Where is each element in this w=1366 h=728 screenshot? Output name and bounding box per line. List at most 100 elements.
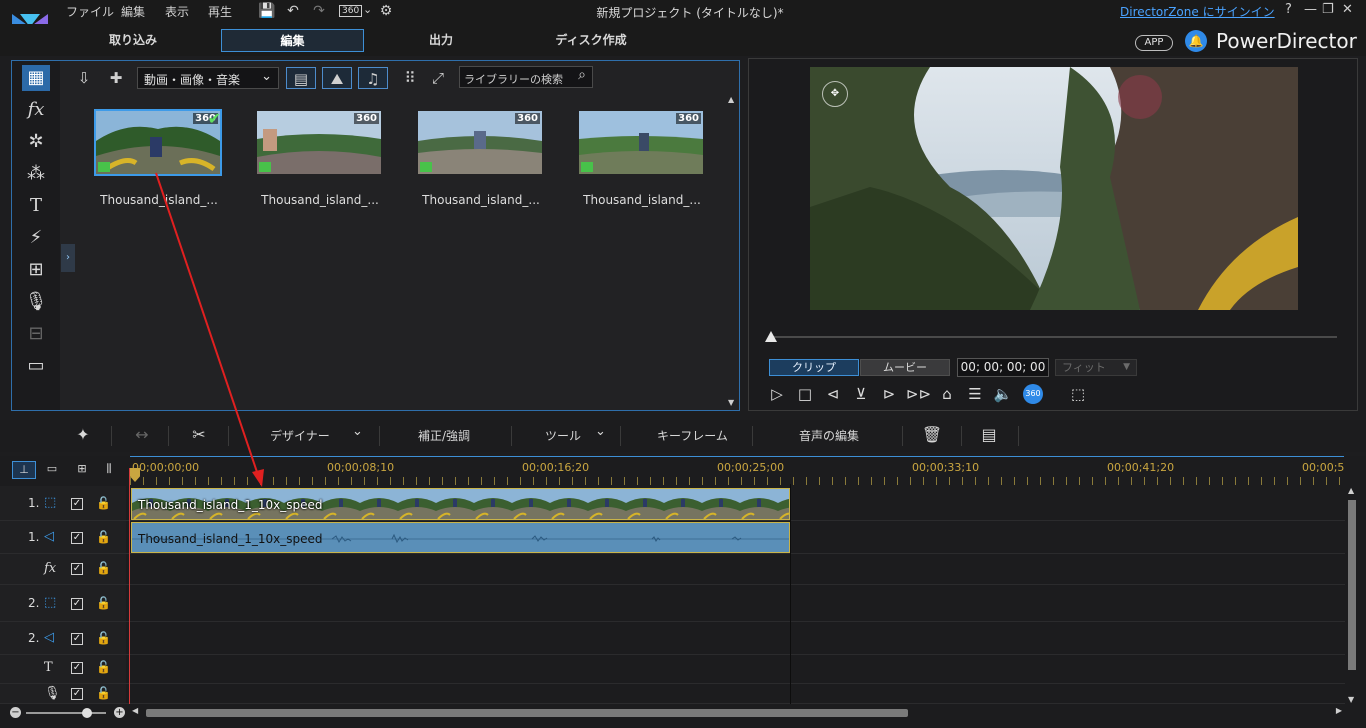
library-item[interactable]: 360 ✔ Thousand_island_... — [94, 109, 222, 231]
notification-bell-icon[interactable]: 🔔 — [1185, 30, 1207, 52]
timeline-ruler[interactable]: 00;00;00;00 00;00;08;10 00;00;16;20 00;0… — [130, 456, 1344, 485]
chevron-down-icon[interactable]: ⌄ — [595, 424, 606, 439]
lock-icon[interactable]: 🔓 — [96, 596, 111, 610]
library-item[interactable]: 360 Thousand_island_... — [579, 111, 705, 231]
scrollbar-thumb[interactable] — [1348, 500, 1356, 670]
track-enable-checkbox[interactable]: ✓ — [71, 532, 83, 544]
clip-mode-toggle[interactable]: クリップ — [769, 359, 859, 376]
video-filter-icon[interactable]: ▤ — [286, 67, 316, 89]
redo-icon[interactable]: ↷ — [310, 2, 328, 20]
timeline-horizontal-scrollbar[interactable]: ◀ ▶ — [130, 706, 1344, 720]
track-enable-checkbox[interactable]: ✓ — [71, 662, 83, 674]
plugin-icon[interactable]: ✚ — [104, 67, 128, 89]
timecode-display[interactable]: 00; 00; 00; 00 — [957, 358, 1049, 377]
track-enable-checkbox[interactable]: ✓ — [71, 563, 83, 575]
gear-icon[interactable]: ⚙ — [377, 2, 395, 20]
tools-button[interactable]: ツール — [545, 427, 581, 444]
audio-clip[interactable]: Thousand_island_1_10x_speed — [131, 522, 790, 553]
menu-edit[interactable]: 編集 — [121, 3, 145, 20]
subtitles-icon[interactable]: ☰ — [964, 384, 986, 404]
scroll-right-icon[interactable]: ▶ — [1336, 706, 1342, 715]
lock-icon[interactable]: 🔓 — [96, 660, 111, 674]
tab-produce[interactable]: 出力 — [378, 29, 504, 52]
import-media-icon[interactable]: ⇩ — [72, 67, 96, 89]
media-room-icon[interactable]: ▦ — [22, 65, 50, 91]
markers-icon[interactable]: ⫼ — [97, 461, 121, 479]
zoom-out-icon[interactable]: − — [10, 707, 21, 718]
resize-icon[interactable]: ⤢ — [426, 67, 450, 89]
zoom-slider[interactable] — [26, 712, 106, 714]
scroll-left-icon[interactable]: ◀ — [132, 706, 138, 715]
scroll-down-icon[interactable]: ▼ — [1348, 695, 1354, 704]
pip-icon[interactable]: ⁂ — [22, 161, 50, 187]
scroll-down-icon[interactable]: ▼ — [728, 398, 734, 407]
directorzone-signin-link[interactable]: DirectorZone にサインイン — [1120, 3, 1275, 20]
media-filter-select[interactable]: 動画・画像・音楽 ⌄ — [137, 67, 279, 89]
app-badge[interactable]: APP — [1135, 35, 1173, 51]
360-navigation-icon[interactable]: ✥ — [822, 81, 848, 107]
trash-icon[interactable]: 🗑 — [921, 425, 943, 444]
particle-icon[interactable]: ✲ — [22, 129, 50, 155]
keyframe-button[interactable]: キーフレーム — [657, 427, 728, 444]
close-icon[interactable]: ✕ — [1342, 2, 1353, 17]
video-clip[interactable]: Thousand_island_1_10x_speed — [131, 488, 790, 520]
scroll-up-icon[interactable]: ▲ — [1348, 486, 1354, 495]
designer-button[interactable]: デザイナー — [270, 427, 330, 444]
menu-view[interactable]: 表示 — [165, 3, 189, 20]
tab-create-disc[interactable]: ディスク作成 — [528, 29, 654, 52]
zoom-fit-select[interactable]: フィット ▼ — [1055, 359, 1137, 376]
timeline-vertical-scrollbar[interactable]: ▲ ▼ — [1346, 486, 1358, 704]
scrollbar-thumb[interactable] — [146, 709, 908, 717]
menu-play[interactable]: 再生 — [208, 3, 232, 20]
storyboard-mode-icon[interactable]: ▭ — [40, 461, 64, 479]
tab-capture[interactable]: 取り込み — [70, 29, 196, 52]
music-filter-icon[interactable]: ♫ — [358, 67, 388, 89]
track-enable-checkbox[interactable]: ✓ — [71, 598, 83, 610]
split-scissors-icon[interactable]: ✂ — [188, 425, 210, 444]
fix-enhance-button[interactable]: 補正/強調 — [418, 427, 470, 444]
microphone-icon[interactable]: 🎙 — [22, 289, 50, 315]
lock-icon[interactable]: 🔓 — [96, 631, 111, 645]
image-filter-icon[interactable]: ⛰ — [322, 67, 352, 89]
library-search-input[interactable]: ライブラリーの検索 ⌕ — [459, 66, 593, 88]
chevron-down-icon[interactable]: ⌄ — [352, 424, 363, 439]
trim-icon[interactable]: ↔ — [131, 425, 153, 444]
timeline-playhead[interactable] — [129, 468, 130, 704]
preview-video[interactable]: ✥ — [810, 67, 1298, 310]
library-item[interactable]: 360 Thousand_island_... — [418, 111, 544, 231]
magic-tools-icon[interactable]: ✦ — [72, 425, 94, 444]
scroll-up-icon[interactable]: ▲ — [728, 95, 734, 104]
library-item[interactable]: 360 Thousand_island_... — [257, 111, 383, 231]
fast-forward-icon[interactable]: ⊳⊳ — [906, 384, 931, 404]
library-scrollbar[interactable]: ▲ ▼ — [726, 95, 738, 409]
track-enable-checkbox[interactable]: ✓ — [71, 498, 83, 510]
track-enable-checkbox[interactable]: ✓ — [71, 633, 83, 645]
360-view-icon[interactable]: 360 — [1023, 384, 1043, 404]
expand-panel-button[interactable]: › — [61, 244, 75, 272]
movie-mode-toggle[interactable]: ムービー — [860, 359, 950, 376]
track-manager-icon[interactable]: ⊞ — [70, 461, 94, 479]
volume-icon[interactable]: 🔈 — [992, 384, 1014, 404]
audio-edit-button[interactable]: 音声の編集 — [799, 427, 859, 444]
stop-icon[interactable]: □ — [794, 384, 816, 404]
tab-edit[interactable]: 編集 — [221, 29, 364, 52]
restore-icon[interactable]: ❐ — [1322, 2, 1334, 17]
track-enable-checkbox[interactable]: ✓ — [71, 688, 83, 700]
search-icon[interactable]: ⌕ — [578, 67, 586, 83]
preview-seekbar[interactable] — [769, 336, 1337, 338]
transition-icon[interactable]: ⚡ — [22, 225, 50, 251]
view-360-button[interactable]: 360 — [339, 5, 363, 17]
menu-file[interactable]: ファイル — [66, 3, 114, 20]
clip-list-icon[interactable]: ▤ — [978, 425, 1000, 444]
lock-icon[interactable]: 🔓 — [96, 530, 111, 544]
undock-preview-icon[interactable]: ⬚ — [1067, 384, 1089, 404]
seek-slider-thumb[interactable] — [765, 331, 777, 342]
play-icon[interactable]: ▷ — [766, 384, 788, 404]
save-icon[interactable]: 💾 — [258, 2, 276, 20]
timeline-zoom-control[interactable]: − + — [8, 706, 128, 720]
help-button[interactable]: ? — [1285, 2, 1292, 17]
subtitle-frame-icon[interactable]: ⊞ — [22, 257, 50, 283]
chevron-down-icon[interactable]: ⌄ — [363, 3, 372, 16]
split-marker-icon[interactable]: ⊻ — [850, 384, 872, 404]
subtitle-icon[interactable]: ▭ — [22, 353, 50, 379]
